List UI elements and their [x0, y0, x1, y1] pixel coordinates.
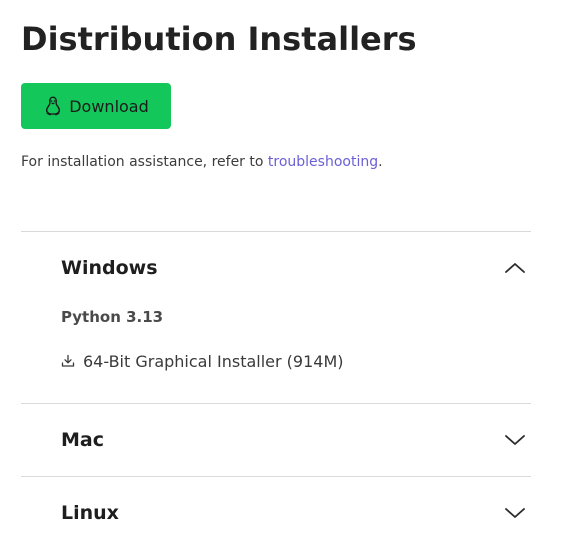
linux-penguin-icon: [43, 96, 63, 116]
page-title: Distribution Installers: [21, 20, 417, 58]
section-windows: Windows Python 3.13 64-Bit Graphical Ins…: [21, 232, 531, 403]
chevron-up-icon: [504, 257, 526, 279]
section-linux: Linux: [21, 477, 531, 549]
assistance-prefix: For installation assistance, refer to: [21, 154, 268, 170]
section-title-windows: Windows: [61, 257, 158, 279]
section-header-windows[interactable]: Windows: [21, 232, 531, 304]
section-title-linux: Linux: [61, 502, 119, 524]
download-button[interactable]: Download: [21, 83, 171, 129]
troubleshooting-link[interactable]: troubleshooting: [268, 154, 378, 170]
assistance-suffix: .: [378, 154, 383, 170]
installer-accordion: Windows Python 3.13 64-Bit Graphical Ins…: [21, 231, 531, 549]
download-icon: [61, 354, 75, 368]
installation-assistance-text: For installation assistance, refer to tr…: [21, 152, 383, 172]
installer-link-64bit-graphical[interactable]: 64-Bit Graphical Installer (914M): [61, 350, 531, 372]
section-title-mac: Mac: [61, 429, 104, 451]
section-header-linux[interactable]: Linux: [21, 477, 531, 549]
section-mac: Mac: [21, 404, 531, 476]
download-button-label: Download: [69, 96, 149, 116]
section-header-mac[interactable]: Mac: [21, 404, 531, 476]
section-body-windows: Python 3.13 64-Bit Graphical Installer (…: [21, 304, 531, 403]
chevron-down-icon: [504, 429, 526, 451]
installer-label: 64-Bit Graphical Installer (914M): [83, 351, 344, 371]
chevron-down-icon: [504, 502, 526, 524]
version-label: Python 3.13: [61, 308, 164, 326]
